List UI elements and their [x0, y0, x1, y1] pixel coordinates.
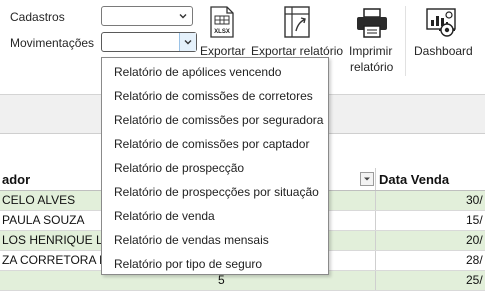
header-data-venda: Data Venda	[379, 172, 450, 187]
dashboard-label: Dashboard	[414, 44, 473, 58]
column-divider	[375, 168, 376, 190]
dropdown-item[interactable]: Relatório de comissões por captador	[102, 132, 328, 156]
date-cell: 28/	[466, 253, 483, 267]
ribbon-separator	[405, 6, 406, 76]
movimentacoes-label: Movimentações	[10, 36, 95, 50]
dashboard-button[interactable]: Dashboard	[410, 6, 474, 60]
dropdown-item[interactable]: Relatório de prospecção	[102, 156, 328, 180]
filter-arrow-icon	[364, 177, 370, 181]
dropdown-item[interactable]: Relatório de comissões por seguradora	[102, 108, 328, 132]
date-cell: 25/	[466, 273, 483, 287]
column-divider	[375, 251, 376, 270]
xlsx-file-icon: XLSX	[210, 6, 234, 38]
dashboard-icon	[426, 8, 456, 37]
dropdown-item[interactable]: Relatório de venda	[102, 204, 328, 228]
column-divider	[375, 191, 376, 210]
seller-cell: CELO ALVES	[2, 193, 76, 207]
dropdown-toggle[interactable]	[179, 33, 196, 51]
column-divider	[375, 271, 376, 290]
chevron-down-icon	[184, 40, 192, 45]
export-report-button[interactable]: Exportar relatório	[251, 6, 343, 60]
date-cell: 30/	[466, 193, 483, 207]
svg-text:XLSX: XLSX	[214, 29, 230, 35]
dropdown-item[interactable]: Relatório de apólices vencendo	[102, 60, 328, 84]
date-cell: 15/	[466, 213, 483, 227]
seller-cell: LOS HENRIQUE LIN	[2, 233, 115, 247]
print-report-label-line1: Imprimir	[349, 44, 393, 58]
column-divider	[375, 211, 376, 230]
column-divider	[375, 231, 376, 250]
movimentacoes-dropdown-list: Relatório de apólices vencendo Relatório…	[101, 57, 329, 275]
dropdown-item[interactable]: Relatório por tipo de seguro	[102, 252, 328, 276]
header-seller: ador	[2, 172, 31, 187]
chevron-down-icon	[179, 14, 187, 19]
dropdown-item[interactable]: Relatório de vendas mensais	[102, 228, 328, 252]
dropdown-item[interactable]: Relatório de prospecções por situação	[102, 180, 328, 204]
export-xlsx-button[interactable]: XLSX Exportar	[198, 6, 248, 60]
filter-button[interactable]	[360, 172, 374, 186]
dropdown-item[interactable]: Relatório de comissões de corretores	[102, 84, 328, 108]
export-report-icon	[284, 6, 310, 38]
seller-cell: PAULA SOUZA	[2, 213, 85, 227]
seller-cell: ZA CORRETORA D	[2, 253, 108, 267]
cadastros-combobox[interactable]	[101, 6, 193, 26]
print-report-button[interactable]: Imprimir relatório	[346, 6, 400, 76]
date-cell: 20/	[466, 233, 483, 247]
printer-icon	[357, 8, 387, 38]
movimentacoes-combobox[interactable]	[101, 32, 197, 52]
cadastros-label: Cadastros	[10, 10, 65, 24]
print-report-label-line2: relatório	[350, 60, 394, 74]
